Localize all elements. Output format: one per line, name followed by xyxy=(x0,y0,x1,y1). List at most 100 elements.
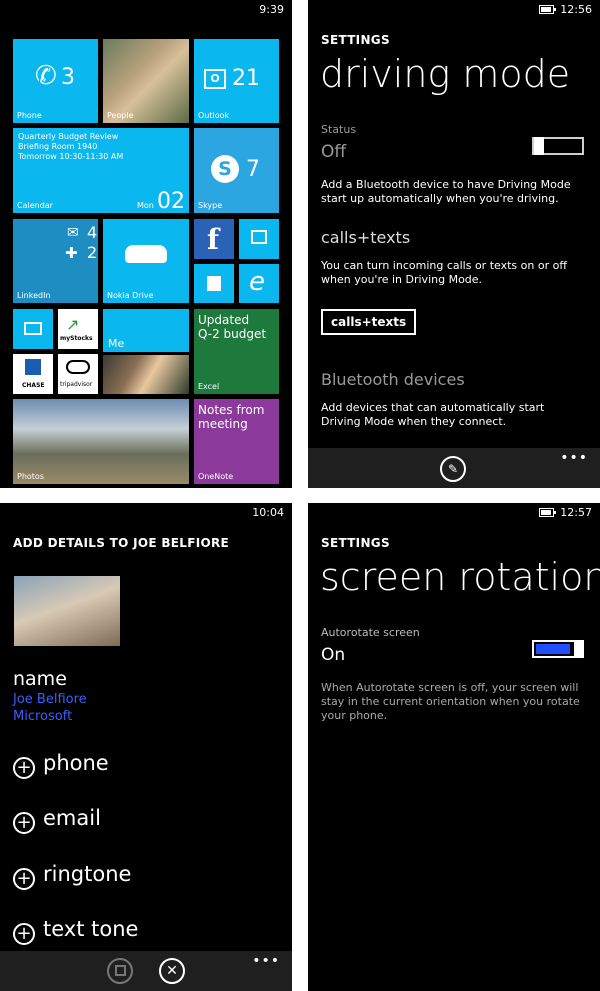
contact-name[interactable]: Joe Belfiore xyxy=(13,692,87,708)
outlook-tile[interactable]: O 21 Outlook xyxy=(194,39,279,123)
excel-text-line2: Q-2 budget xyxy=(198,327,267,341)
calendar-event-location: Briefing Room 1940 xyxy=(18,142,98,151)
pin-button[interactable]: ✎ xyxy=(440,456,466,482)
onenote-text-line2: meeting xyxy=(198,417,248,431)
name-label: name xyxy=(13,668,67,690)
battery-icon xyxy=(539,508,556,517)
close-icon: ✕ xyxy=(166,963,178,979)
toggle-thumb xyxy=(574,640,584,658)
app-bar: ✎ ••• xyxy=(308,448,600,488)
save-button[interactable] xyxy=(107,958,133,984)
add-icon: + xyxy=(13,868,35,890)
skype-count: 7 xyxy=(246,157,260,182)
skype-tile[interactable]: S 7 Skype xyxy=(194,128,279,213)
calendar-event-time: Tomorrow 10:30-11:30 AM xyxy=(18,152,124,161)
phone-label: Phone xyxy=(17,111,42,120)
mystocks-tile[interactable]: ↗ myStocks xyxy=(58,309,98,349)
messaging-tile[interactable] xyxy=(239,219,279,259)
stocks-chart-icon: ↗ xyxy=(66,315,80,334)
store-tile[interactable] xyxy=(194,264,234,303)
excel-tile[interactable]: Updated Q-2 budget Excel xyxy=(194,309,279,394)
phone-tile[interactable]: ✆ 3 Phone xyxy=(13,39,98,123)
linkedin-mail-count: 4 xyxy=(87,223,98,242)
app-bar: ✕ ••• xyxy=(0,951,292,991)
autorotate-label: Autorotate screen xyxy=(321,626,420,639)
clock: 9:39 xyxy=(259,3,284,16)
clock: 12:56 xyxy=(560,3,592,16)
wallet-tile[interactable] xyxy=(13,309,53,349)
nokia-drive-tile[interactable]: Nokia Drive xyxy=(103,219,189,303)
toggle-fill xyxy=(536,644,570,654)
more-options-button[interactable]: ••• xyxy=(252,953,280,969)
screen-rotation-screen: 12:57 SETTINGS screen rotation Autorotat… xyxy=(308,503,600,991)
people-tile[interactable]: People xyxy=(103,39,189,123)
add-icon: + xyxy=(13,923,35,945)
driving-mode-screen: 12:56 SETTINGS driving mode Status Off A… xyxy=(308,0,600,488)
wallet-icon xyxy=(24,322,42,335)
status-bar: 10:04 xyxy=(0,503,292,523)
status-bar: 9:39 xyxy=(0,0,292,20)
autorotate-toggle[interactable] xyxy=(532,640,584,658)
calendar-event: Quarterly Budget Review Briefing Room 19… xyxy=(18,132,123,162)
page-title: ADD DETAILS TO JOE BELFIORE xyxy=(13,536,230,550)
more-options-button[interactable]: ••• xyxy=(560,450,588,466)
add-phone-row[interactable]: + phone xyxy=(13,751,109,779)
calendar-date: 02 xyxy=(157,189,185,213)
contact-company[interactable]: Microsoft xyxy=(13,709,72,725)
page-title: screen rotation xyxy=(320,555,600,599)
car-icon xyxy=(125,245,167,263)
outlook-icon: O xyxy=(204,69,226,89)
photos-label: Photos xyxy=(17,472,44,481)
add-phone-label: phone xyxy=(43,751,109,775)
add-email-label: email xyxy=(43,806,101,830)
owl-icon xyxy=(66,360,90,374)
photos-tile[interactable]: Photos xyxy=(13,399,189,484)
section-title: SETTINGS xyxy=(321,33,390,47)
me-tile[interactable]: Me xyxy=(103,309,189,352)
calendar-event-title: Quarterly Budget Review xyxy=(18,132,119,141)
facebook-icon: f xyxy=(207,223,220,256)
driving-description: Add a Bluetooth device to have Driving M… xyxy=(321,178,571,205)
outlook-count: 21 xyxy=(232,66,260,91)
internet-explorer-icon: e xyxy=(249,267,265,297)
ie-tile[interactable]: e xyxy=(239,264,279,303)
status-bar: 12:56 xyxy=(308,0,600,20)
tripadvisor-label: tripadvisor xyxy=(60,381,93,388)
onenote-text-line1: Notes from xyxy=(198,403,265,417)
status-value: Off xyxy=(321,142,347,162)
calls-texts-button[interactable]: calls+texts xyxy=(321,309,417,335)
excel-label: Excel xyxy=(198,382,220,391)
mystocks-label: myStocks xyxy=(60,335,93,342)
mail-icon: ✉ xyxy=(67,225,79,241)
linkedin-tile[interactable]: ✉ 4 ✚ 2 LinkedIn xyxy=(13,219,98,303)
bluetooth-heading: Bluetooth devices xyxy=(321,370,465,389)
person-add-icon: ✚ xyxy=(65,244,78,262)
me-photo-tile[interactable] xyxy=(103,355,189,394)
add-ringtone-row[interactable]: + ringtone xyxy=(13,862,131,890)
onenote-tile[interactable]: Notes from meeting OneNote xyxy=(194,399,279,484)
chat-icon xyxy=(251,230,267,244)
skype-icon: S xyxy=(211,155,239,183)
outlook-label: Outlook xyxy=(198,111,230,120)
linkedin-label: LinkedIn xyxy=(17,291,51,300)
skype-label: Skype xyxy=(198,201,223,210)
chase-label: CHASE xyxy=(22,382,45,389)
tripadvisor-tile[interactable]: tripadvisor xyxy=(58,354,98,394)
status-label: Status xyxy=(321,123,357,136)
add-text-tone-label: text tone xyxy=(43,917,139,941)
facebook-tile[interactable]: f xyxy=(194,219,234,259)
add-text-tone-row[interactable]: + text tone xyxy=(13,917,138,945)
contact-photo[interactable] xyxy=(14,576,120,646)
add-icon: + xyxy=(13,812,35,834)
onenote-label: OneNote xyxy=(198,472,234,481)
save-icon xyxy=(114,965,126,976)
add-email-row[interactable]: + email xyxy=(13,806,101,834)
add-ringtone-label: ringtone xyxy=(43,862,132,886)
autorotate-value: On xyxy=(321,645,346,665)
chase-tile[interactable]: CHASE xyxy=(13,354,53,394)
driving-mode-toggle[interactable] xyxy=(532,137,584,155)
calendar-tile[interactable]: Quarterly Budget Review Briefing Room 19… xyxy=(13,128,189,213)
pin-icon: ✎ xyxy=(447,462,459,476)
add-icon: + xyxy=(13,757,35,779)
cancel-button[interactable]: ✕ xyxy=(159,958,185,984)
